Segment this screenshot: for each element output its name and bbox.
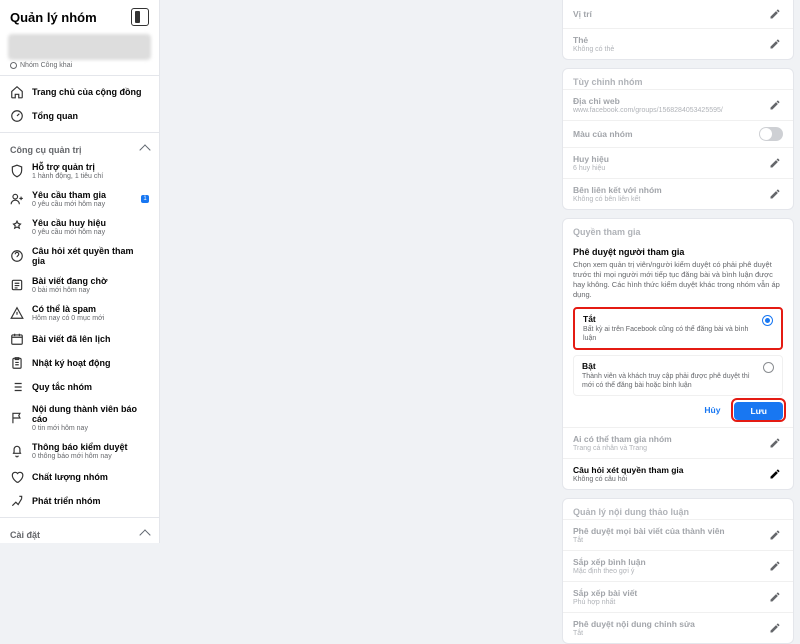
nav-member-requests[interactable]: Yêu cầu tham gia0 yêu cầu mới hôm nay 1 (0, 185, 159, 213)
post-icon (10, 278, 24, 292)
nav-group-quality[interactable]: Chất lượng nhóm (0, 465, 159, 489)
row-tags[interactable]: ThẻKhông có thẻ (563, 28, 793, 59)
edit-icon[interactable] (767, 435, 783, 451)
clipboard-icon (10, 356, 24, 370)
bell-icon (10, 444, 24, 458)
card-customize-group: Tùy chỉnh nhóm Địa chỉ webwww.facebook.c… (562, 68, 794, 210)
person-plus-icon (10, 192, 24, 206)
row-web-address[interactable]: Địa chỉ webwww.facebook.com/groups/15682… (563, 89, 793, 120)
row-who-can-join[interactable]: Ai có thể tham gia nhómTrang cá nhân và … (563, 427, 793, 458)
nav-moderation-alerts[interactable]: Thông báo kiểm duyệt0 thông báo mới hôm … (0, 437, 159, 465)
row-approve-member-posts[interactable]: Phê duyệt mọi bài viết của thành viênTắt (563, 519, 793, 550)
dashboard-icon (10, 109, 24, 123)
row-approve-edits[interactable]: Phê duyệt nội dung chỉnh sửaTắt (563, 612, 793, 643)
group-privacy: Nhóm Công khai (10, 62, 149, 69)
row-group-color[interactable]: Màu của nhóm (563, 120, 793, 147)
nav-scheduled-posts[interactable]: Bài viết đã lên lịch (0, 327, 159, 351)
nav-membership-questions[interactable]: Câu hỏi xét quyền tham gia (0, 241, 159, 271)
option-off[interactable]: TắtBất kỳ ai trên Facebook cũng có thể đ… (573, 307, 783, 350)
home-icon (10, 85, 24, 99)
edit-icon[interactable] (767, 97, 783, 113)
color-toggle[interactable] (759, 127, 783, 141)
nav-badge-requests[interactable]: Yêu cầu huy hiệu0 yêu cầu mới hôm nay (0, 213, 159, 241)
nav-community-home[interactable]: Trang chủ của cộng đồng (0, 80, 159, 104)
list-icon (10, 380, 24, 394)
save-button[interactable]: Lưu (734, 402, 783, 420)
row-badges[interactable]: Huy hiệu6 huy hiệu (563, 147, 793, 178)
nav-overview[interactable]: Tổng quan (0, 104, 159, 128)
approve-participants-heading: Phê duyệt người tham gia (573, 247, 783, 257)
calendar-icon (10, 332, 24, 346)
edit-icon[interactable] (767, 155, 783, 171)
badge-icon (10, 220, 24, 234)
edit-icon[interactable] (767, 558, 783, 574)
row-linked-pages[interactable]: Bên liên kết với nhómKhông có bên liên k… (563, 178, 793, 209)
edit-icon[interactable] (767, 589, 783, 605)
approve-participants-desc: Chọn xem quản trị viên/người kiểm duyệt … (573, 260, 783, 301)
chevron-up-icon (139, 144, 150, 155)
flag-icon (10, 411, 24, 425)
growth-icon (10, 494, 24, 508)
sidebar-title: Quản lý nhóm (10, 10, 97, 25)
section-admin-tools[interactable]: Công cụ quản trị (0, 137, 159, 157)
edit-icon[interactable] (767, 36, 783, 52)
section-settings[interactable]: Cài đặt (0, 522, 159, 542)
nav-pending-posts[interactable]: Bài viết đang chờ0 bài mới hôm nay (0, 271, 159, 299)
globe-icon (10, 62, 17, 69)
radio-selected-icon[interactable] (762, 315, 773, 326)
chevron-up-icon (139, 529, 150, 540)
nav-group-rules[interactable]: Quy tắc nhóm (0, 375, 159, 399)
edit-icon[interactable] (767, 466, 783, 482)
edit-icon[interactable] (767, 527, 783, 543)
nav-activity-log[interactable]: Nhật ký hoạt động (0, 351, 159, 375)
edit-icon[interactable] (767, 620, 783, 636)
card-location-tags: Vị trí ThẻKhông có thẻ (562, 0, 794, 60)
nav-member-reported[interactable]: Nội dung thành viên báo cáo0 tin mới hôm… (0, 399, 159, 437)
heart-icon (10, 470, 24, 484)
edit-icon[interactable] (767, 186, 783, 202)
row-sort-comments[interactable]: Sắp xếp bình luậnMặc định theo gợi ý (563, 550, 793, 581)
collapse-panel-icon[interactable] (131, 8, 149, 26)
shield-icon (10, 164, 24, 178)
edit-icon[interactable] (767, 6, 783, 22)
cancel-button[interactable]: Hủy (696, 401, 728, 419)
badge-count: 1 (141, 195, 149, 203)
nav-admin-assist[interactable]: Hỗ trợ quản trị1 hành động, 1 tiêu chí (0, 157, 159, 185)
settings-rail: Vị trí ThẻKhông có thẻ Tùy chỉnh nhóm Đị… (562, 0, 794, 644)
spam-icon (10, 306, 24, 320)
radio-unselected-icon[interactable] (763, 362, 774, 373)
nav-potential-spam[interactable]: Có thể là spamHôm nay có 0 mục mới (0, 299, 159, 327)
group-cover (8, 34, 151, 60)
card-manage-discussion: Quản lý nội dung thảo luận Phê duyệt mọi… (562, 498, 794, 644)
question-icon (10, 249, 24, 263)
row-location[interactable]: Vị trí (563, 0, 793, 28)
row-sort-posts[interactable]: Sắp xếp bài viếtPhù hợp nhất (563, 581, 793, 612)
option-on[interactable]: BậtThành viên và khách truy cập phải đượ… (573, 355, 783, 396)
nav-grow-group[interactable]: Phát triển nhóm (0, 489, 159, 513)
row-membership-questions[interactable]: Câu hỏi xét quyền tham giaKhông có câu h… (563, 458, 793, 489)
sidebar: Quản lý nhóm Nhóm Công khai Trang chủ củ… (0, 0, 160, 543)
card-permissions: Quyền tham gia Phê duyệt người tham gia … (562, 218, 794, 490)
